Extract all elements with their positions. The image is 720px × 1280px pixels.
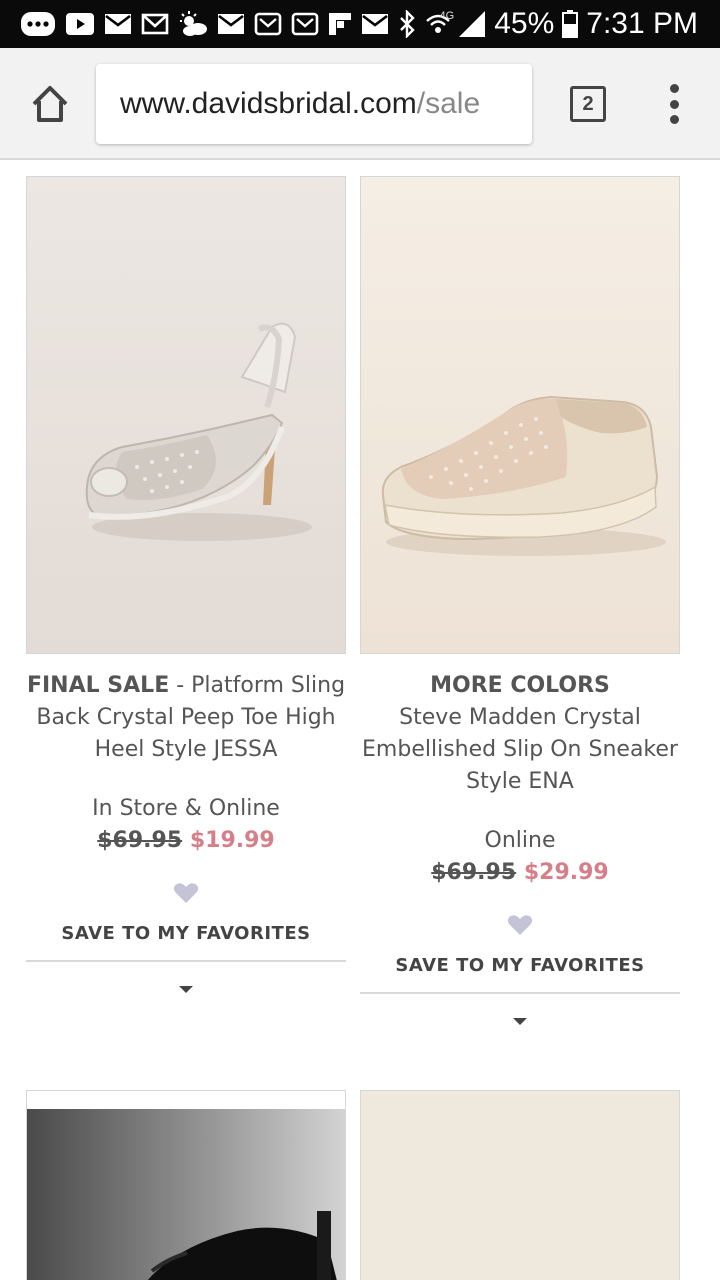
product-name-line: Platform Sling — [191, 673, 346, 698]
bluetooth-icon — [398, 10, 416, 38]
product-name-line: Embellished Slip On Sneaker — [362, 737, 678, 762]
battery-icon — [562, 10, 579, 38]
availability: In Store & Online — [92, 796, 280, 821]
inbox-icon-2 — [291, 12, 319, 36]
more-notifications-icon — [20, 11, 56, 37]
flipboard-icon — [328, 12, 352, 36]
sale-price: $29.99 — [523, 860, 609, 885]
signal-icon — [458, 10, 486, 38]
clock: 7:31 PM — [586, 7, 698, 40]
mail-icon-3 — [361, 13, 389, 35]
save-to-favorites-button[interactable]: SAVE TO MY FAVORITES — [360, 950, 680, 982]
product-name-line: Steve Madden Crystal — [399, 705, 641, 730]
favorite-heart[interactable] — [26, 882, 346, 906]
heart-icon — [507, 915, 533, 935]
product-title[interactable]: MORE COLORS Steve Madden Crystal Embelli… — [360, 670, 680, 798]
heart-icon — [173, 883, 199, 903]
gmail-icon — [141, 13, 169, 35]
menu-dot — [669, 99, 679, 109]
divider — [360, 992, 680, 994]
tab-switcher-button[interactable]: 2 — [570, 86, 606, 122]
url-path: /sale — [416, 87, 481, 120]
product-image[interactable] — [26, 176, 346, 654]
expand-caret-icon[interactable] — [179, 986, 193, 993]
mail-icon-2 — [217, 13, 245, 35]
network-type: 4G — [439, 10, 455, 22]
mail-icon — [104, 13, 132, 35]
status-bar: 4G 45% 7:31 PM — [0, 0, 720, 48]
heel-shoe-image — [27, 177, 345, 653]
home-button[interactable] — [28, 82, 72, 126]
price: $69.95 $19.99 — [26, 825, 346, 857]
product-flag: FINAL SALE — [26, 673, 170, 698]
expand-caret-icon[interactable] — [513, 1018, 527, 1025]
home-icon — [32, 86, 68, 122]
price: $69.95 $29.99 — [360, 857, 680, 889]
sale-price: $19.99 — [189, 828, 275, 853]
inbox-icon — [254, 12, 282, 36]
product-title[interactable]: FINAL SALE - Platform Sling Back Crystal… — [26, 670, 346, 766]
favorite-heart[interactable] — [360, 914, 680, 938]
save-to-favorites-button[interactable]: SAVE TO MY FAVORITES — [26, 918, 346, 950]
divider — [26, 960, 346, 962]
url-host: www.davidsbridal.com — [120, 87, 417, 120]
product-flag: MORE COLORS — [430, 673, 610, 698]
battery-percent: 45% — [494, 7, 555, 40]
menu-dot — [669, 115, 679, 124]
address-bar[interactable]: www.davidsbridal.com/sale — [96, 64, 532, 144]
notification-icons — [20, 8, 451, 40]
black-shoe-image — [27, 1091, 345, 1280]
product-image[interactable] — [26, 1090, 346, 1280]
menu-dot — [669, 84, 679, 93]
product-image[interactable] — [360, 176, 680, 654]
youtube-icon — [65, 12, 95, 36]
overflow-menu-button[interactable] — [664, 84, 684, 124]
product-name-line: Style ENA — [466, 769, 574, 794]
product-image[interactable] — [360, 1090, 680, 1280]
browser-toolbar: www.davidsbridal.com/sale 2 — [0, 48, 720, 160]
original-price: $69.95 — [431, 860, 517, 885]
sneaker-image — [361, 177, 679, 653]
system-status: 4G 45% 7:31 PM — [440, 4, 698, 44]
original-price: $69.95 — [97, 828, 183, 853]
weather-icon — [178, 11, 208, 37]
flag-separator: - — [169, 673, 192, 698]
product-name-line: Heel Style JESSA — [94, 737, 278, 762]
availability: Online — [484, 828, 556, 853]
product-name-line: Back Crystal Peep Toe High — [36, 705, 336, 730]
